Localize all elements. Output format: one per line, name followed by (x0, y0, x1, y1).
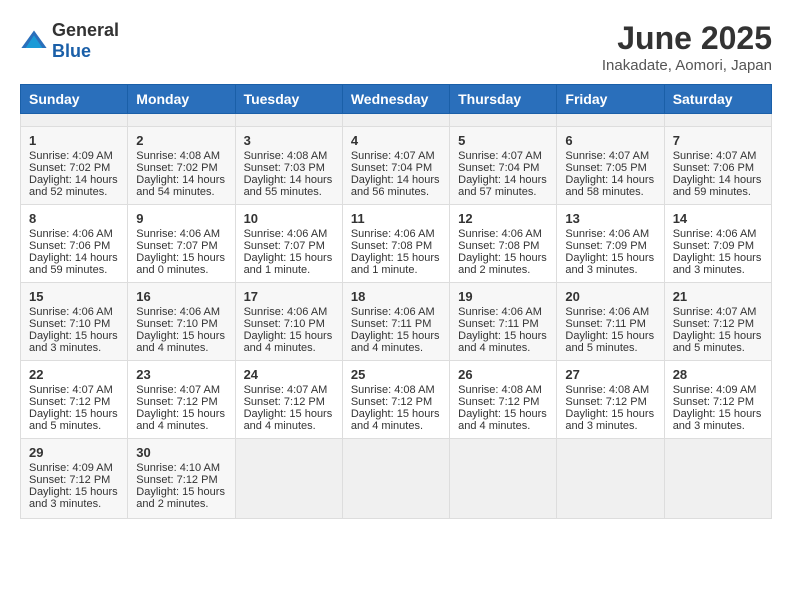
day-8: 8 Sunrise: 4:06 AMSunset: 7:06 PMDayligh… (21, 205, 128, 283)
day-23: 23 Sunrise: 4:07 AMSunset: 7:12 PMDaylig… (128, 361, 235, 439)
calendar-header-row: Sunday Monday Tuesday Wednesday Thursday… (21, 85, 772, 114)
day-25: 25 Sunrise: 4:08 AMSunset: 7:12 PMDaylig… (342, 361, 449, 439)
empty-cell (235, 114, 342, 127)
day-12: 12 Sunrise: 4:06 AMSunset: 7:08 PMDaylig… (450, 205, 557, 283)
day-16: 16 Sunrise: 4:06 AMSunset: 7:10 PMDaylig… (128, 283, 235, 361)
day-21: 21 Sunrise: 4:07 AMSunset: 7:12 PMDaylig… (664, 283, 771, 361)
logo-blue: Blue (52, 41, 91, 61)
page-header: General Blue June 2025 Inakadate, Aomori… (20, 20, 772, 74)
col-monday: Monday (128, 85, 235, 114)
logo-general: General (52, 20, 119, 40)
day-7: 7 Sunrise: 4:07 AMSunset: 7:06 PMDayligh… (664, 127, 771, 205)
empty-cell (128, 114, 235, 127)
empty-cell (664, 114, 771, 127)
empty-cell (21, 114, 128, 127)
day-6: 6 Sunrise: 4:07 AMSunset: 7:05 PMDayligh… (557, 127, 664, 205)
calendar-title: June 2025 (602, 20, 772, 57)
day-27: 27 Sunrise: 4:08 AMSunset: 7:12 PMDaylig… (557, 361, 664, 439)
calendar-table: Sunday Monday Tuesday Wednesday Thursday… (20, 84, 772, 519)
col-friday: Friday (557, 85, 664, 114)
empty-cell (664, 439, 771, 519)
col-wednesday: Wednesday (342, 85, 449, 114)
title-block: June 2025 Inakadate, Aomori, Japan (602, 20, 772, 74)
week-row-2: 1 Sunrise: 4:09 AMSunset: 7:02 PMDayligh… (21, 127, 772, 205)
empty-cell (342, 114, 449, 127)
day-3: 3 Sunrise: 4:08 AMSunset: 7:03 PMDayligh… (235, 127, 342, 205)
day-14: 14 Sunrise: 4:06 AMSunset: 7:09 PMDaylig… (664, 205, 771, 283)
day-26: 26 Sunrise: 4:08 AMSunset: 7:12 PMDaylig… (450, 361, 557, 439)
col-saturday: Saturday (664, 85, 771, 114)
week-row-3: 8 Sunrise: 4:06 AMSunset: 7:06 PMDayligh… (21, 205, 772, 283)
empty-cell (450, 439, 557, 519)
week-row-4: 15 Sunrise: 4:06 AMSunset: 7:10 PMDaylig… (21, 283, 772, 361)
col-sunday: Sunday (21, 85, 128, 114)
week-row-5: 22 Sunrise: 4:07 AMSunset: 7:12 PMDaylig… (21, 361, 772, 439)
week-row-6: 29 Sunrise: 4:09 AMSunset: 7:12 PMDaylig… (21, 439, 772, 519)
empty-cell (557, 439, 664, 519)
col-thursday: Thursday (450, 85, 557, 114)
day-18: 18 Sunrise: 4:06 AMSunset: 7:11 PMDaylig… (342, 283, 449, 361)
day-9: 9 Sunrise: 4:06 AMSunset: 7:07 PMDayligh… (128, 205, 235, 283)
day-20: 20 Sunrise: 4:06 AMSunset: 7:11 PMDaylig… (557, 283, 664, 361)
day-19: 19 Sunrise: 4:06 AMSunset: 7:11 PMDaylig… (450, 283, 557, 361)
day-4: 4 Sunrise: 4:07 AMSunset: 7:04 PMDayligh… (342, 127, 449, 205)
logo: General Blue (20, 20, 119, 62)
day-10: 10 Sunrise: 4:06 AMSunset: 7:07 PMDaylig… (235, 205, 342, 283)
day-30: 30 Sunrise: 4:10 AMSunset: 7:12 PMDaylig… (128, 439, 235, 519)
calendar-subtitle: Inakadate, Aomori, Japan (602, 57, 772, 74)
day-11: 11 Sunrise: 4:06 AMSunset: 7:08 PMDaylig… (342, 205, 449, 283)
logo-icon (20, 27, 48, 55)
day-24: 24 Sunrise: 4:07 AMSunset: 7:12 PMDaylig… (235, 361, 342, 439)
week-row-1 (21, 114, 772, 127)
day-13: 13 Sunrise: 4:06 AMSunset: 7:09 PMDaylig… (557, 205, 664, 283)
day-17: 17 Sunrise: 4:06 AMSunset: 7:10 PMDaylig… (235, 283, 342, 361)
day-28: 28 Sunrise: 4:09 AMSunset: 7:12 PMDaylig… (664, 361, 771, 439)
day-15: 15 Sunrise: 4:06 AMSunset: 7:10 PMDaylig… (21, 283, 128, 361)
empty-cell (342, 439, 449, 519)
day-5: 5 Sunrise: 4:07 AMSunset: 7:04 PMDayligh… (450, 127, 557, 205)
col-tuesday: Tuesday (235, 85, 342, 114)
empty-cell (235, 439, 342, 519)
empty-cell (450, 114, 557, 127)
day-1: 1 Sunrise: 4:09 AMSunset: 7:02 PMDayligh… (21, 127, 128, 205)
day-29: 29 Sunrise: 4:09 AMSunset: 7:12 PMDaylig… (21, 439, 128, 519)
day-2: 2 Sunrise: 4:08 AMSunset: 7:02 PMDayligh… (128, 127, 235, 205)
empty-cell (557, 114, 664, 127)
day-22: 22 Sunrise: 4:07 AMSunset: 7:12 PMDaylig… (21, 361, 128, 439)
